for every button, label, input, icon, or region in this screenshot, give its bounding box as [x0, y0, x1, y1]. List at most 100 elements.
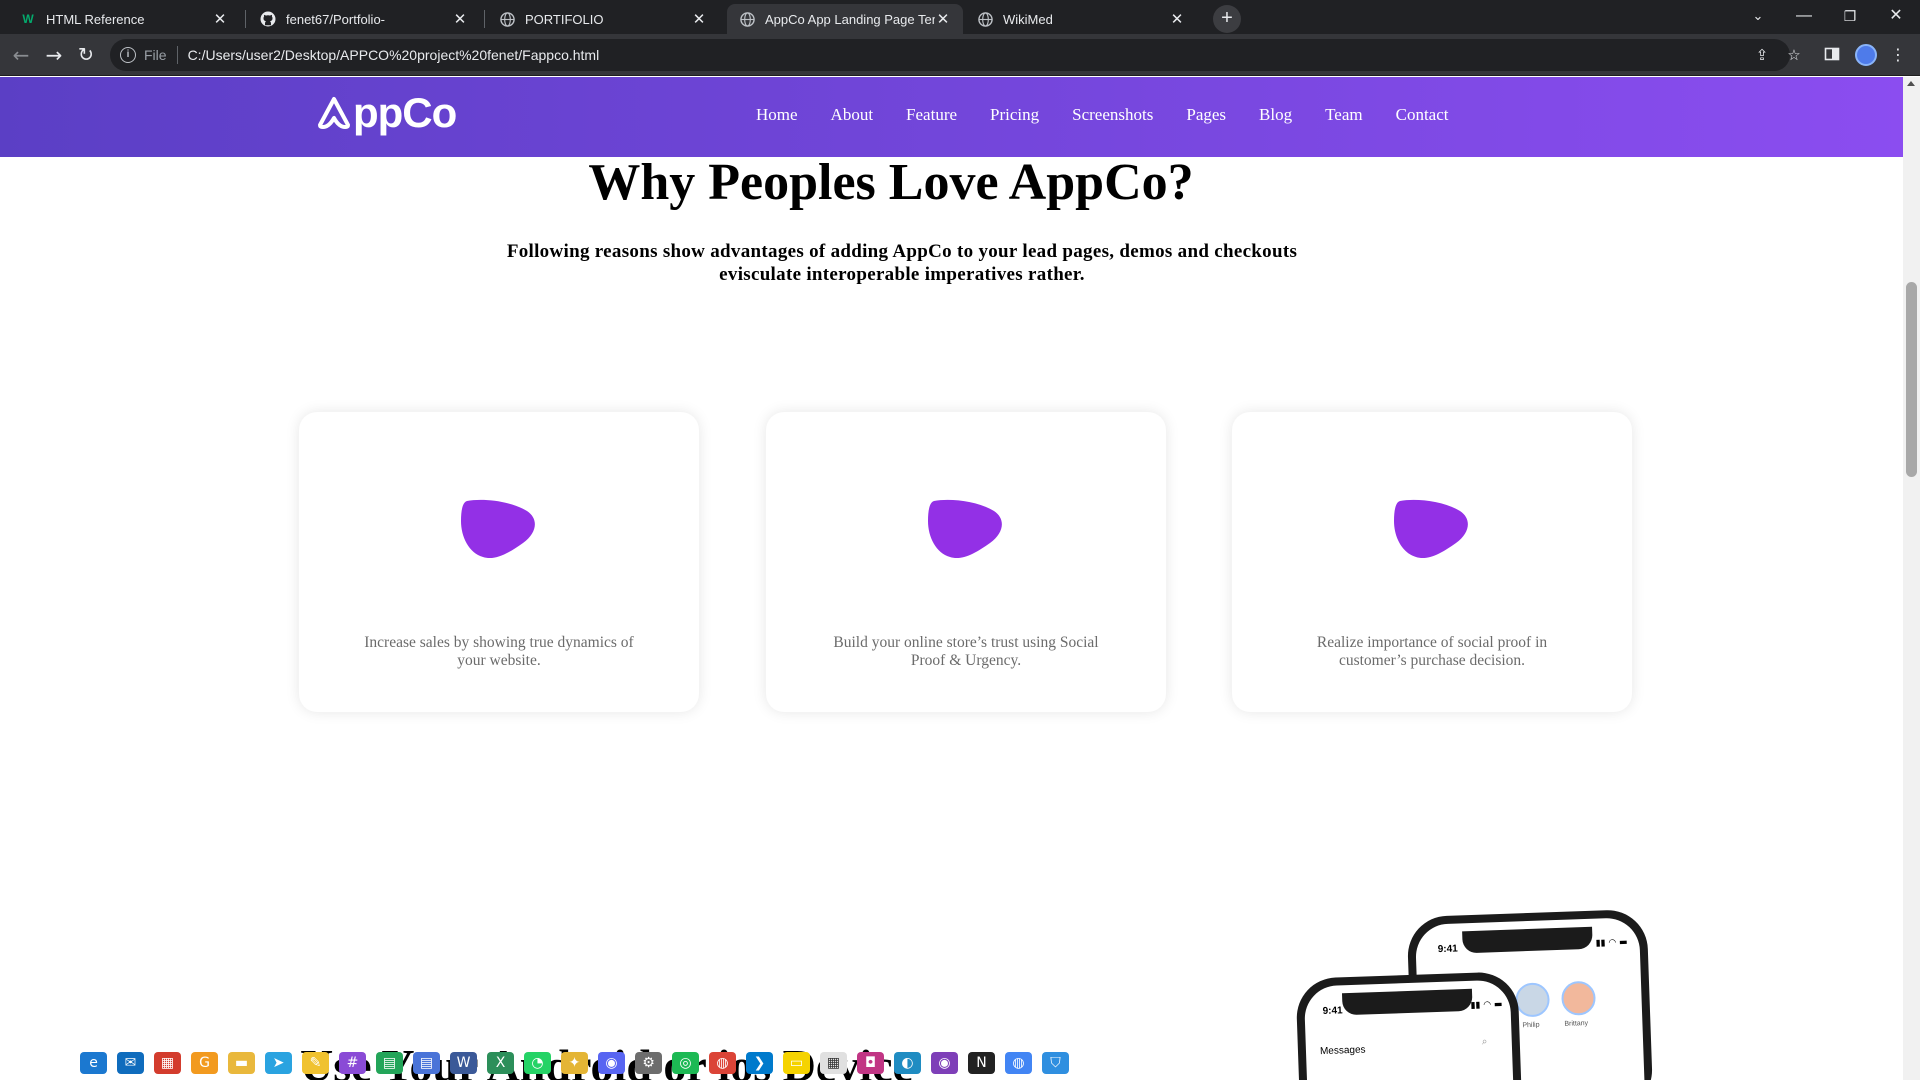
tab-title: PORTIFOLIO [525, 11, 604, 27]
chrome-icon[interactable]: ◍ [709, 1052, 736, 1074]
menu-kebab-icon[interactable]: ⋮ [1889, 46, 1907, 64]
calendar-icon[interactable]: ▦ [820, 1052, 847, 1074]
nav-pricing[interactable]: Pricing [990, 105, 1039, 125]
tab-title: fenet67/Portfolio- [286, 11, 386, 27]
phone-mockup-front: 9:41 ▮▮ ◠ ▬ Messages ⌕ [1295, 971, 1523, 1080]
tab-search-icon[interactable]: ⌄ [1735, 2, 1781, 30]
contact-avatar[interactable] [1514, 982, 1551, 1018]
word-icon[interactable]: W [450, 1052, 477, 1074]
whatsapp-icon[interactable]: ◔ [524, 1052, 551, 1074]
share-icon[interactable]: ⇪ [1753, 46, 1771, 64]
reload-icon[interactable]: ↻ [72, 41, 100, 69]
messages-heading: Messages [1319, 1044, 1366, 1058]
tab-separator [245, 10, 246, 28]
nav-screenshots[interactable]: Screenshots [1072, 105, 1153, 125]
minimize-icon[interactable]: — [1781, 2, 1827, 30]
url-text[interactable]: C:/Users/user2/Desktop/APPCO%20project%2… [188, 47, 600, 63]
section-subtitle: Following reasons show advantages of add… [506, 241, 1298, 285]
nav-team[interactable]: Team [1325, 105, 1363, 125]
app-icon[interactable]: ◐ [894, 1052, 921, 1074]
phone-notch [1341, 988, 1473, 1016]
info-icon[interactable]: i [120, 47, 136, 63]
defender-icon[interactable]: ⛉ [1042, 1052, 1069, 1074]
tab-github-portfolio[interactable]: fenet67/Portfolio- ✕ [248, 4, 480, 34]
tab-portifolio[interactable]: PORTIFOLIO ✕ [487, 4, 719, 34]
feature-card: Realize importance of social proof in cu… [1232, 412, 1632, 712]
notion-icon[interactable]: N [968, 1052, 995, 1074]
app-icon[interactable]: ◉ [931, 1052, 958, 1074]
profile-avatar[interactable] [1855, 44, 1877, 66]
edge-icon[interactable]: e [80, 1052, 107, 1074]
close-tab-icon[interactable]: ✕ [452, 10, 468, 28]
purple-blob-icon [461, 499, 535, 559]
instagram-icon[interactable]: ◘ [857, 1052, 884, 1074]
tab-html-reference[interactable]: W HTML Reference ✕ [8, 4, 240, 34]
app-icon[interactable]: ⚙ [635, 1052, 662, 1074]
close-tab-icon[interactable]: ✕ [691, 10, 707, 28]
app-icon[interactable]: G [191, 1052, 218, 1074]
globe-icon [499, 11, 515, 27]
scroll-thumb[interactable] [1906, 282, 1917, 477]
chrome-icon[interactable]: ◍ [1005, 1052, 1032, 1074]
tab-appco-landing[interactable]: AppCo App Landing Page Templ ✕ [727, 4, 963, 34]
site-header: ppCo Home About Feature Pricing Screensh… [0, 77, 1903, 157]
feature-card-text: Increase sales by showing true dynamics … [364, 634, 634, 669]
purple-blob-icon [1394, 499, 1468, 559]
close-tab-icon[interactable]: ✕ [1169, 10, 1185, 28]
phone-screen: 9:41 ▮▮ ◠ ▬ Messages ⌕ [1303, 979, 1515, 1080]
scroll-up-arrow-icon[interactable] [1907, 81, 1915, 86]
nav-pages[interactable]: Pages [1186, 105, 1226, 125]
page-scrollbar[interactable] [1903, 77, 1920, 1080]
notes-icon[interactable]: ✎ [302, 1052, 329, 1074]
globe-icon [977, 11, 993, 27]
discord-icon[interactable]: ◉ [598, 1052, 625, 1074]
feature-card-text: Build your online store’s trust using So… [833, 634, 1099, 669]
feature-card: Increase sales by showing true dynamics … [299, 412, 699, 712]
contact-name: Philip [1522, 1021, 1540, 1030]
tab-wikimed[interactable]: WikiMed ✕ [965, 4, 1197, 34]
phone-notch [1462, 926, 1593, 954]
browser-toolbar: ← → ↻ i File C:/Users/user2/Desktop/APPC… [0, 34, 1920, 76]
site-logo[interactable]: ppCo [317, 89, 457, 137]
sheets-icon[interactable]: ▤ [376, 1052, 403, 1074]
restore-icon[interactable]: ❐ [1827, 2, 1873, 30]
scheme-label: File [144, 47, 167, 63]
nav-about[interactable]: About [831, 105, 874, 125]
contact-avatar[interactable] [1560, 980, 1597, 1016]
close-tab-icon[interactable]: ✕ [935, 10, 951, 28]
spotify-icon[interactable]: ◎ [672, 1052, 699, 1074]
address-divider [176, 46, 178, 64]
new-tab-button[interactable]: + [1213, 5, 1241, 33]
sticky-notes-icon[interactable]: ▭ [783, 1052, 810, 1074]
main-nav: Home About Feature Pricing Screenshots P… [756, 105, 1482, 125]
search-icon[interactable]: ⌕ [1482, 1036, 1488, 1047]
feature-card-text: Realize importance of social proof in cu… [1316, 634, 1548, 669]
side-panel-icon[interactable] [1823, 46, 1841, 64]
close-window-icon[interactable]: ✕ [1873, 2, 1919, 30]
mail-icon[interactable]: ✉ [117, 1052, 144, 1074]
back-icon[interactable]: ← [7, 41, 35, 69]
store-icon[interactable]: ▦ [154, 1052, 181, 1074]
nav-feature[interactable]: Feature [906, 105, 957, 125]
close-tab-icon[interactable]: ✕ [212, 10, 228, 28]
vscode-icon[interactable]: ❯ [746, 1052, 773, 1074]
forward-icon[interactable]: → [40, 41, 68, 69]
slack-icon[interactable]: # [339, 1052, 366, 1074]
tab-title: WikiMed [1003, 11, 1053, 27]
globe-icon [739, 11, 755, 27]
signal-battery-icon: ▮▮ ◠ ▬ [1595, 937, 1628, 949]
folder-icon[interactable]: ▬ [228, 1052, 255, 1074]
excel-icon[interactable]: X [487, 1052, 514, 1074]
docs-icon[interactable]: ▤ [413, 1052, 440, 1074]
app-icon[interactable]: ✦ [561, 1052, 588, 1074]
bookmark-star-icon[interactable]: ☆ [1785, 46, 1803, 64]
nav-contact[interactable]: Contact [1396, 105, 1449, 125]
feature-card: Build your online store’s trust using So… [766, 412, 1166, 712]
nav-home[interactable]: Home [756, 105, 798, 125]
signal-battery-icon: ▮▮ ◠ ▬ [1470, 999, 1503, 1011]
telegram-icon[interactable]: ➤ [265, 1052, 292, 1074]
purple-blob-icon [928, 499, 1002, 559]
nav-blog[interactable]: Blog [1259, 105, 1292, 125]
address-bar[interactable]: i File C:/Users/user2/Desktop/APPCO%20pr… [110, 39, 1790, 71]
appco-logo-icon [318, 97, 350, 129]
